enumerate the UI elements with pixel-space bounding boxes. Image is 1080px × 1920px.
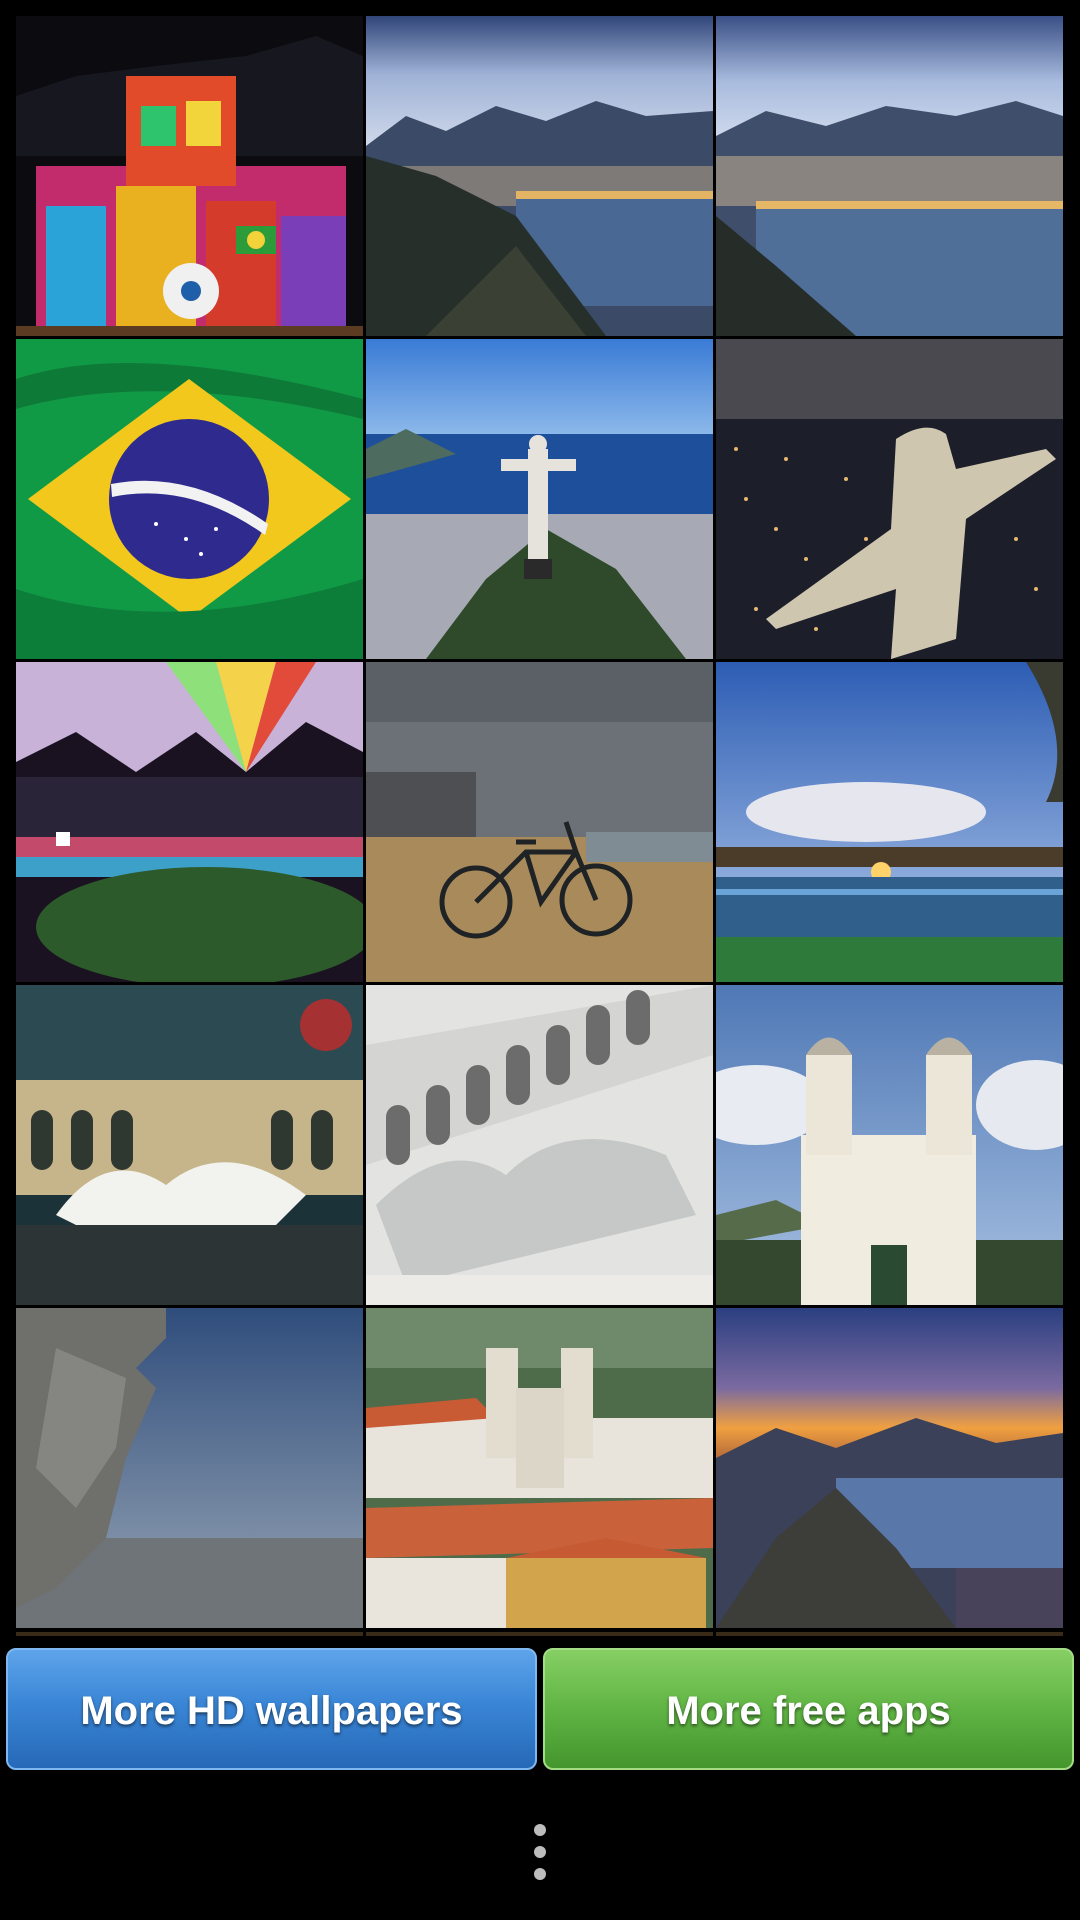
wallpaper-thumbnail-14[interactable] — [366, 1308, 713, 1628]
wallpaper-thumbnail-2[interactable] — [366, 16, 713, 336]
wallpaper-thumbnail-15[interactable] — [716, 1308, 1063, 1628]
overflow-menu-icon[interactable] — [520, 1820, 560, 1884]
wallpaper-thumbnail-5[interactable] — [366, 339, 713, 659]
partial-thumbnail-row — [16, 1632, 1064, 1636]
wallpaper-thumbnail-8[interactable] — [366, 662, 713, 982]
more-free-apps-button[interactable]: More free apps — [543, 1648, 1074, 1770]
wallpaper-grid — [16, 16, 1064, 1628]
wallpaper-thumbnail-13[interactable] — [16, 1308, 363, 1628]
wallpaper-thumbnail-7[interactable] — [16, 662, 363, 982]
partial-thumbnail[interactable] — [716, 1632, 1063, 1636]
wallpaper-thumbnail-11[interactable] — [366, 985, 713, 1305]
wallpaper-thumbnail-1[interactable] — [16, 16, 363, 336]
partial-thumbnail[interactable] — [16, 1632, 363, 1636]
wallpaper-thumbnail-4[interactable] — [16, 339, 363, 659]
wallpaper-thumbnail-10[interactable] — [16, 985, 363, 1305]
wallpaper-thumbnail-9[interactable] — [716, 662, 1063, 982]
more-hd-wallpapers-button[interactable]: More HD wallpapers — [6, 1648, 537, 1770]
bottom-action-bar: More HD wallpapers More free apps — [6, 1648, 1074, 1770]
wallpaper-thumbnail-6[interactable] — [716, 339, 1063, 659]
partial-thumbnail[interactable] — [366, 1632, 713, 1636]
wallpaper-thumbnail-3[interactable] — [716, 16, 1063, 336]
wallpaper-thumbnail-12[interactable] — [716, 985, 1063, 1305]
